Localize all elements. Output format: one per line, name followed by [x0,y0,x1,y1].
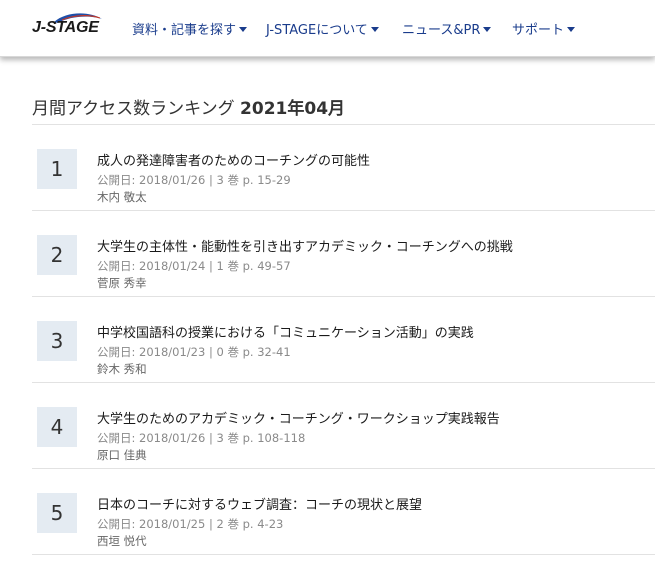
page-title-text: 月間アクセス数ランキング [32,99,235,119]
page-title: 月間アクセス数ランキング 2021年04月 [32,94,345,119]
rank-number-badge: 1 [37,149,77,189]
ranking-list: 1 成人の発達障害者のためのコーチングの可能性 公開日: 2018/01/26 … [32,125,655,555]
article-meta: 公開日: 2018/01/26 | 3 巻 p. 108-118 [97,431,306,445]
caret-down-icon [483,27,492,32]
article-title-link[interactable]: 大学生の主体性・能動性を引き出すアカデミック・コーチングへの挑戦 [97,236,513,255]
article-title-link[interactable]: 日本のコーチに対するウェブ調査：コーチの現状と展望 [97,494,422,513]
ranking-item: 2 大学生の主体性・能動性を引き出すアカデミック・コーチングへの挑戦 公開日: … [32,211,655,297]
article-author: 鈴木 秀和 [97,362,147,376]
ranking-item: 1 成人の発達障害者のためのコーチングの可能性 公開日: 2018/01/26 … [32,125,655,211]
logo-text: J-STAGE [32,19,99,36]
top-navbar: J-STAGE 資料・記事を探す J-STAGEについて ニュース&PR サポー… [0,0,655,57]
ranking-item: 3 中学校国語科の授業における「コミュニケーション活動」の実践 公開日: 201… [32,297,655,383]
nav-about-jstage[interactable]: J-STAGEについて [266,19,379,38]
nav-label: サポート [512,23,565,38]
caret-down-icon [370,27,379,32]
article-meta: 公開日: 2018/01/23 | 0 巻 p. 32-41 [97,345,291,359]
article-author: 木内 敬太 [97,190,147,204]
nav-search-resources[interactable]: 資料・記事を探す [132,19,248,38]
ranking-item: 4 大学生のためのアカデミック・コーチング・ワークショップ実践報告 公開日: 2… [32,383,655,469]
nav-label: J-STAGEについて [266,23,368,38]
nav-label: 資料・記事を探す [132,23,237,38]
caret-down-icon [239,27,248,32]
page-title-period: 2021年04月 [240,99,346,119]
article-author: 原口 佳典 [97,448,147,462]
nav-news-pr[interactable]: ニュース&PR [402,19,492,38]
rank-number-badge: 4 [37,407,77,447]
rank-number-badge: 3 [37,321,77,361]
ranking-item: 5 日本のコーチに対するウェブ調査：コーチの現状と展望 公開日: 2018/01… [32,469,655,555]
jstage-logo[interactable]: J-STAGE [32,10,104,46]
article-title-link[interactable]: 大学生のためのアカデミック・コーチング・ワークショップ実践報告 [97,408,500,427]
rank-number-badge: 5 [37,493,77,533]
article-meta: 公開日: 2018/01/26 | 3 巻 p. 15-29 [97,173,291,187]
article-meta: 公開日: 2018/01/25 | 2 巻 p. 4-23 [97,517,284,531]
rank-number-badge: 2 [37,235,77,275]
article-author: 西垣 悦代 [97,534,147,548]
nav-label: ニュース&PR [402,23,481,38]
article-title-link[interactable]: 中学校国語科の授業における「コミュニケーション活動」の実践 [97,322,474,341]
article-meta: 公開日: 2018/01/24 | 1 巻 p. 49-57 [97,259,291,273]
article-author: 菅原 秀幸 [97,276,147,290]
article-title-link[interactable]: 成人の発達障害者のためのコーチングの可能性 [97,150,370,169]
nav-support[interactable]: サポート [512,19,576,38]
caret-down-icon [567,27,576,32]
